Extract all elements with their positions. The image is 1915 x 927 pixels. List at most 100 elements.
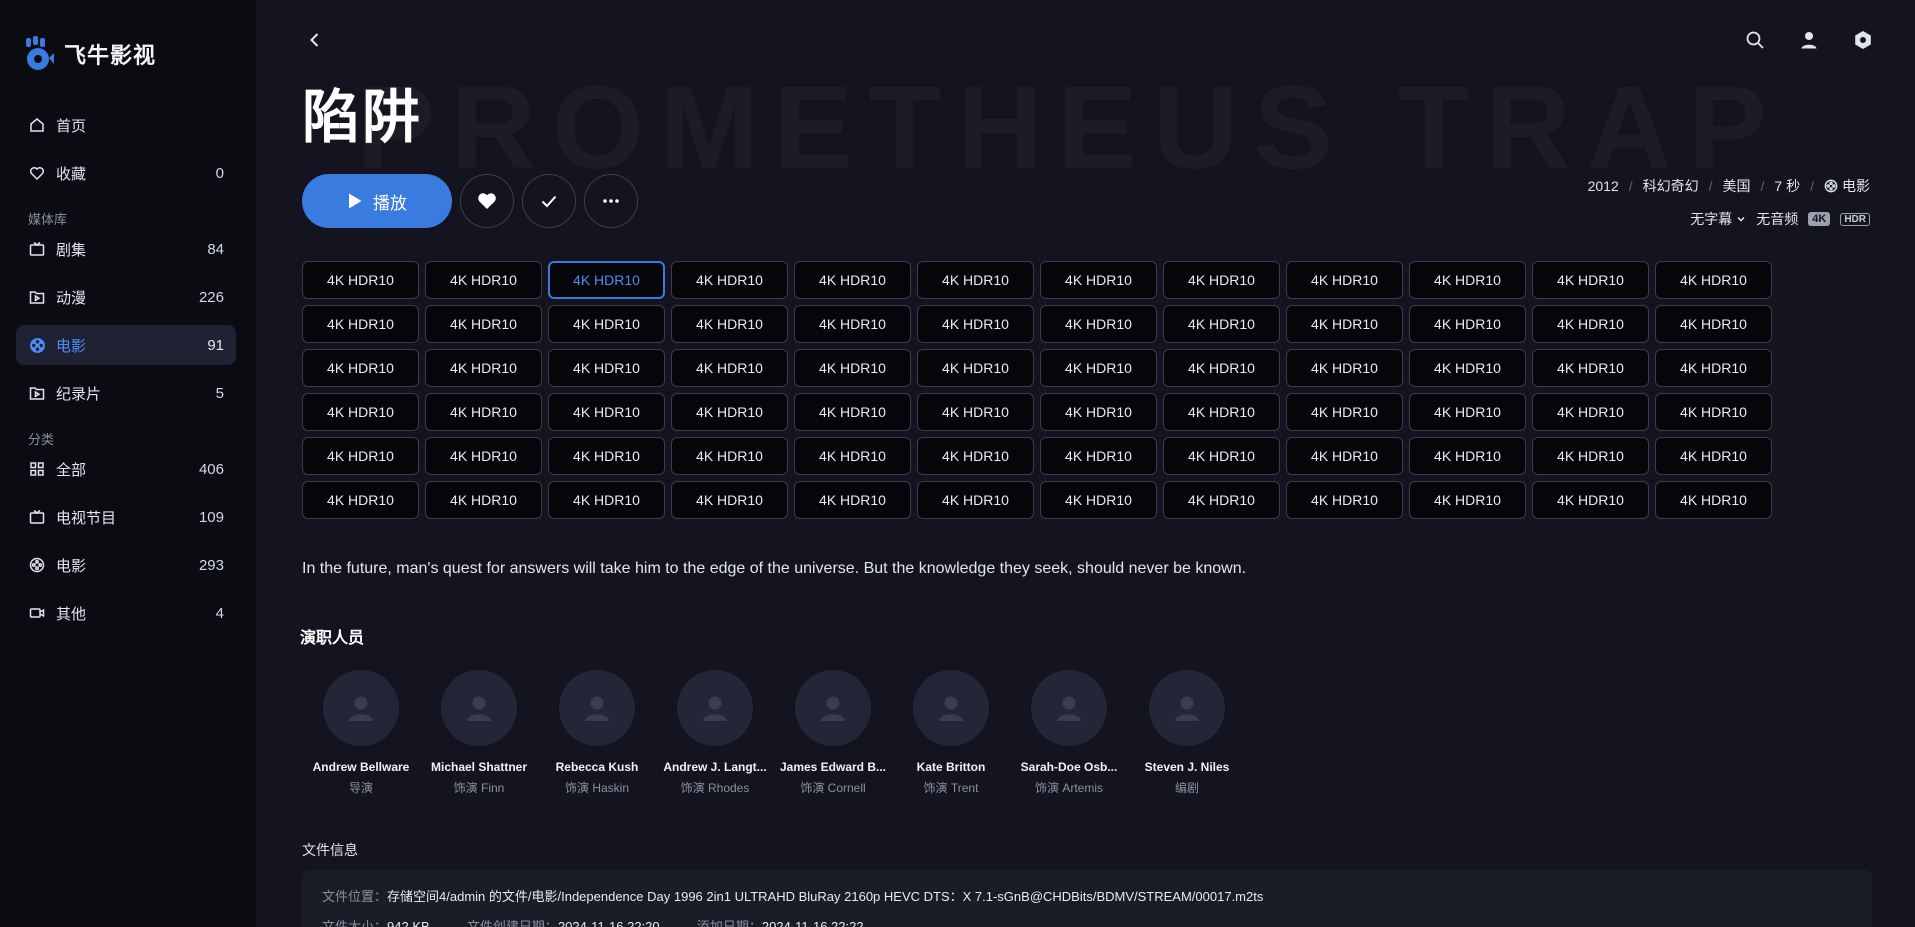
version-option[interactable]: 4K HDR10 <box>917 349 1034 387</box>
version-option[interactable]: 4K HDR10 <box>425 349 542 387</box>
version-option[interactable]: 4K HDR10 <box>1655 437 1772 475</box>
version-option[interactable]: 4K HDR10 <box>425 261 542 299</box>
version-option[interactable]: 4K HDR10 <box>425 437 542 475</box>
version-option[interactable]: 4K HDR10 <box>1163 305 1280 343</box>
cast-member[interactable]: Andrew J. Langt... 饰演 Rhodes <box>656 670 774 796</box>
version-option[interactable]: 4K HDR10 <box>1655 305 1772 343</box>
sidebar-item-favorites[interactable]: 收藏 0 <box>16 153 236 193</box>
version-option[interactable]: 4K HDR10 <box>1040 349 1157 387</box>
search-button[interactable] <box>1743 28 1767 52</box>
sidebar-item-movies[interactable]: 电影 91 <box>16 325 236 365</box>
version-option[interactable]: 4K HDR10 <box>548 261 665 299</box>
version-option[interactable]: 4K HDR10 <box>794 393 911 431</box>
version-option[interactable]: 4K HDR10 <box>1409 393 1526 431</box>
audio-value[interactable]: 无音频 <box>1756 209 1798 229</box>
version-option[interactable]: 4K HDR10 <box>917 305 1034 343</box>
version-option[interactable]: 4K HDR10 <box>1655 481 1772 519</box>
version-option[interactable]: 4K HDR10 <box>671 393 788 431</box>
version-option[interactable]: 4K HDR10 <box>1163 261 1280 299</box>
version-option[interactable]: 4K HDR10 <box>1163 437 1280 475</box>
version-option[interactable]: 4K HDR10 <box>794 305 911 343</box>
version-option[interactable]: 4K HDR10 <box>548 393 665 431</box>
version-option[interactable]: 4K HDR10 <box>917 261 1034 299</box>
version-option[interactable]: 4K HDR10 <box>1286 305 1403 343</box>
sidebar-item-other[interactable]: 其他 4 <box>16 593 236 633</box>
back-button[interactable] <box>305 30 325 50</box>
version-option[interactable]: 4K HDR10 <box>1655 261 1772 299</box>
version-option[interactable]: 4K HDR10 <box>1040 437 1157 475</box>
mark-watched-button[interactable] <box>522 174 576 228</box>
version-option[interactable]: 4K HDR10 <box>302 261 419 299</box>
version-option[interactable]: 4K HDR10 <box>302 393 419 431</box>
version-option[interactable]: 4K HDR10 <box>917 393 1034 431</box>
version-option[interactable]: 4K HDR10 <box>1286 481 1403 519</box>
sidebar-item-home[interactable]: 首页 <box>16 105 236 145</box>
version-option[interactable]: 4K HDR10 <box>548 437 665 475</box>
version-option[interactable]: 4K HDR10 <box>1532 437 1649 475</box>
cast-member[interactable]: Steven J. Niles 编剧 <box>1128 670 1246 796</box>
version-option[interactable]: 4K HDR10 <box>1655 393 1772 431</box>
version-option[interactable]: 4K HDR10 <box>1286 349 1403 387</box>
cast-member[interactable]: Michael Shattner 饰演 Finn <box>420 670 538 796</box>
version-option[interactable]: 4K HDR10 <box>1163 393 1280 431</box>
sidebar-item-documentary[interactable]: 纪录片 5 <box>16 373 236 413</box>
file-location-value[interactable]: 存储空间4/admin 的文件/电影/Independence Day 1996… <box>387 889 1263 904</box>
version-option[interactable]: 4K HDR10 <box>1040 481 1157 519</box>
version-option[interactable]: 4K HDR10 <box>1163 481 1280 519</box>
version-option[interactable]: 4K HDR10 <box>1409 349 1526 387</box>
meta-genre[interactable]: 科幻奇幻 <box>1643 176 1699 196</box>
cast-member[interactable]: Rebecca Kush 饰演 Haskin <box>538 670 656 796</box>
version-option[interactable]: 4K HDR10 <box>302 349 419 387</box>
version-option[interactable]: 4K HDR10 <box>1040 305 1157 343</box>
sidebar-item-anime[interactable]: 动漫 226 <box>16 277 236 317</box>
version-option[interactable]: 4K HDR10 <box>302 437 419 475</box>
app-logo[interactable]: 飞牛影视 <box>24 36 156 72</box>
version-option[interactable]: 4K HDR10 <box>794 481 911 519</box>
version-option[interactable]: 4K HDR10 <box>1532 261 1649 299</box>
version-option[interactable]: 4K HDR10 <box>794 261 911 299</box>
version-option[interactable]: 4K HDR10 <box>671 349 788 387</box>
version-option[interactable]: 4K HDR10 <box>671 481 788 519</box>
version-option[interactable]: 4K HDR10 <box>1040 393 1157 431</box>
version-option[interactable]: 4K HDR10 <box>1040 261 1157 299</box>
version-option[interactable]: 4K HDR10 <box>1409 437 1526 475</box>
cast-member[interactable]: James Edward B... 饰演 Cornell <box>774 670 892 796</box>
favorite-button[interactable] <box>460 174 514 228</box>
version-option[interactable]: 4K HDR10 <box>794 349 911 387</box>
meta-country[interactable]: 美国 <box>1723 176 1751 196</box>
version-option[interactable]: 4K HDR10 <box>917 437 1034 475</box>
version-option[interactable]: 4K HDR10 <box>1286 393 1403 431</box>
version-option[interactable]: 4K HDR10 <box>1532 481 1649 519</box>
subtitle-select[interactable]: 无字幕 <box>1690 209 1746 229</box>
version-option[interactable]: 4K HDR10 <box>548 349 665 387</box>
version-option[interactable]: 4K HDR10 <box>1409 305 1526 343</box>
version-option[interactable]: 4K HDR10 <box>1532 305 1649 343</box>
play-button[interactable]: 播放 <box>302 174 452 228</box>
user-button[interactable] <box>1797 28 1821 52</box>
cast-member[interactable]: Sarah-Doe Osb... 饰演 Artemis <box>1010 670 1128 796</box>
version-option[interactable]: 4K HDR10 <box>425 305 542 343</box>
version-option[interactable]: 4K HDR10 <box>1655 349 1772 387</box>
version-option[interactable]: 4K HDR10 <box>302 481 419 519</box>
version-option[interactable]: 4K HDR10 <box>794 437 911 475</box>
sidebar-item-tv-shows[interactable]: 电视节目 109 <box>16 497 236 537</box>
sidebar-item-all[interactable]: 全部 406 <box>16 449 236 489</box>
version-option[interactable]: 4K HDR10 <box>302 305 419 343</box>
version-option[interactable]: 4K HDR10 <box>425 481 542 519</box>
version-option[interactable]: 4K HDR10 <box>671 305 788 343</box>
version-option[interactable]: 4K HDR10 <box>548 305 665 343</box>
cast-member[interactable]: Andrew Bellware 导演 <box>302 670 420 796</box>
settings-button[interactable] <box>1851 28 1875 52</box>
version-option[interactable]: 4K HDR10 <box>1163 349 1280 387</box>
version-option[interactable]: 4K HDR10 <box>425 393 542 431</box>
version-option[interactable]: 4K HDR10 <box>1532 393 1649 431</box>
version-option[interactable]: 4K HDR10 <box>671 261 788 299</box>
cast-member[interactable]: Kate Britton 饰演 Trent <box>892 670 1010 796</box>
version-option[interactable]: 4K HDR10 <box>1409 261 1526 299</box>
version-option[interactable]: 4K HDR10 <box>548 481 665 519</box>
version-option[interactable]: 4K HDR10 <box>917 481 1034 519</box>
more-button[interactable] <box>584 174 638 228</box>
sidebar-item-category-movies[interactable]: 电影 293 <box>16 545 236 585</box>
version-option[interactable]: 4K HDR10 <box>1286 437 1403 475</box>
version-option[interactable]: 4K HDR10 <box>1532 349 1649 387</box>
